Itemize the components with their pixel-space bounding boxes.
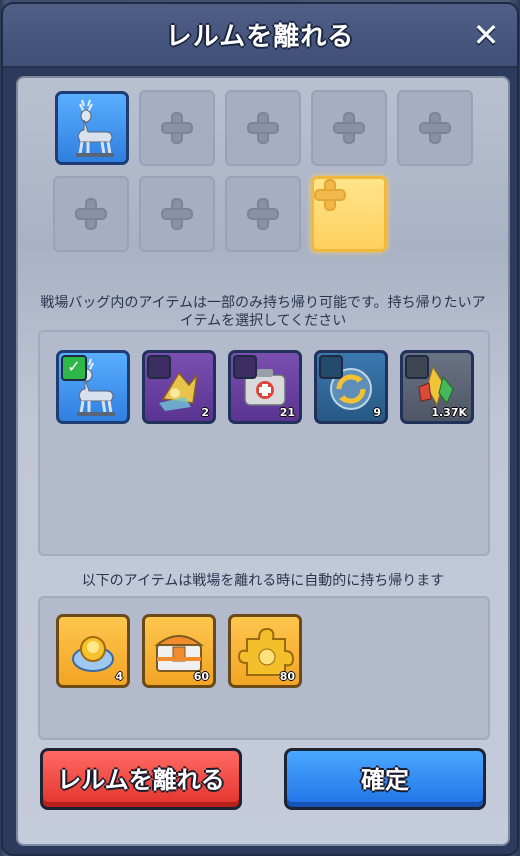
unchecked-box	[319, 355, 343, 379]
check-icon: ✓	[61, 355, 87, 381]
empty-slot[interactable]	[311, 90, 387, 166]
dialog-body: 戦場バッグ内のアイテムは一部のみ持ち帰り可能です。持ち帰りたいアイテムを選択して…	[16, 76, 510, 846]
empty-slot[interactable]	[397, 90, 473, 166]
carry-instruction: 戦場バッグ内のアイテムは一部のみ持ち帰り可能です。持ち帰りたいアイテムを選択して…	[40, 295, 486, 329]
bag-item-deer[interactable]: ✓	[56, 350, 130, 424]
plus-icon	[247, 198, 279, 230]
unchecked-box	[233, 355, 257, 379]
item-count: 21	[279, 406, 295, 419]
bag-item-cycle-orb[interactable]: 9	[314, 350, 388, 424]
item-count: 4	[115, 670, 123, 683]
auto-item-gold-core: 4	[56, 614, 130, 688]
plus-icon	[161, 198, 193, 230]
plus-icon	[247, 112, 279, 144]
bag-item-medkit[interactable]: 21	[228, 350, 302, 424]
plus-icon	[419, 112, 451, 144]
item-count: 1.37K	[431, 406, 467, 419]
plus-icon	[75, 198, 107, 230]
item-count: 9	[373, 406, 381, 419]
close-icon[interactable]: ✕	[469, 18, 503, 52]
auto-item-gold-puzzle-piece: 80	[228, 614, 302, 688]
empty-slot[interactable]	[225, 176, 301, 252]
deer-statue-icon	[76, 99, 114, 157]
slot-filled-deer[interactable]	[55, 91, 129, 165]
confirm-button[interactable]: 確定	[284, 748, 486, 810]
dialog-header: レルムを離れる ✕	[3, 4, 517, 68]
empty-slot[interactable]	[225, 90, 301, 166]
item-count: 80	[279, 670, 295, 683]
dialog-title: レルムを離れる	[165, 22, 355, 52]
auto-items-panel: 4 60 80	[38, 596, 490, 740]
item-count: 60	[193, 670, 209, 683]
empty-slot[interactable]	[53, 176, 129, 252]
bag-item-energy-crystal[interactable]: 2	[142, 350, 216, 424]
unchecked-box	[147, 355, 171, 379]
empty-slot[interactable]	[139, 90, 215, 166]
empty-slot[interactable]	[139, 176, 215, 252]
auto-item-treasure-chest: 60	[142, 614, 216, 688]
item-count: 2	[201, 406, 209, 419]
plus-icon	[333, 112, 365, 144]
leave-realm-button[interactable]: レルムを離れる	[40, 748, 242, 810]
empty-slot-highlighted[interactable]	[311, 176, 387, 252]
leave-realm-dialog: レルムを離れる ✕ 戦場バッグ内のアイテムは一部のみ持ち帰り可能です。持ち帰りた…	[3, 4, 517, 854]
bag-item-gem-cluster[interactable]: 1.37K	[400, 350, 474, 424]
bag-items-panel: ✓ 2 21 9 1.37K	[38, 330, 490, 556]
auto-return-instruction: 以下のアイテムは戦場を離れる時に自動的に持ち帰ります	[81, 573, 445, 589]
unchecked-box	[405, 355, 429, 379]
plus-icon	[161, 112, 193, 144]
